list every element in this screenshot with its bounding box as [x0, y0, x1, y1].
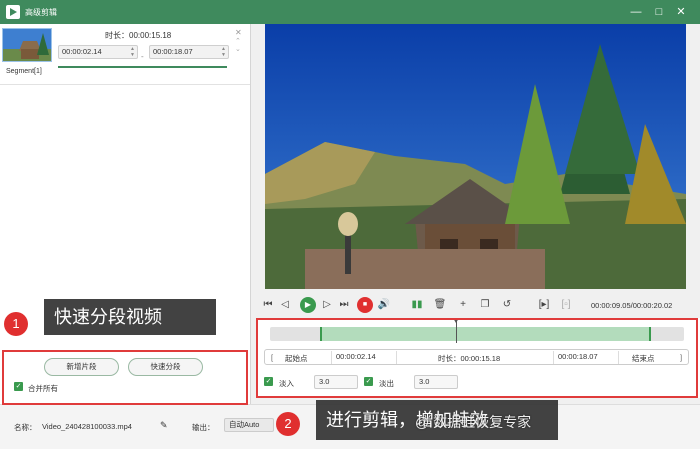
skip-end-icon[interactable]: ⏭ [336, 297, 352, 313]
stop-icon[interactable]: ■ [357, 297, 373, 313]
annotation-text-1: 快速分段视频 [54, 307, 162, 327]
title-bar: 高级剪辑 — □ ✕ [0, 0, 700, 24]
close-icon[interactable]: ✕ [673, 4, 689, 20]
delete-icon[interactable]: 🗑 [432, 297, 448, 313]
segment-start-field[interactable]: 00:00:02.14 ▲ ▼ [58, 45, 138, 59]
mark-in-icon[interactable]: [▸] [536, 297, 552, 313]
divider [0, 84, 250, 85]
split-area-highlight [2, 350, 248, 405]
reorder-icon[interactable]: ⌃ ⌄ [235, 38, 241, 54]
undo-icon[interactable]: ↺ [499, 297, 515, 313]
minimize-icon[interactable]: — [628, 4, 644, 20]
maximize-icon[interactable]: □ [651, 4, 667, 20]
annotation-badge-1: 1 [4, 312, 28, 336]
skip-start-icon[interactable]: ⏮ [260, 297, 276, 313]
output-label: 输出： [192, 423, 215, 432]
name-label: 名称： [14, 423, 37, 432]
edit-area-highlight [256, 318, 698, 398]
segment-end-field[interactable]: 00:00:18.07 ▲ ▼ [149, 45, 229, 59]
spinner-icon[interactable]: ▲ ▼ [221, 46, 226, 58]
segment-label: Segment[1] [6, 68, 42, 75]
segment-thumbnail-image [3, 29, 51, 61]
file-name: Video_240428100033.mp4 [42, 422, 132, 431]
segment-thumbnail[interactable] [2, 28, 52, 62]
segment-progress-bar [58, 66, 227, 68]
spinner-icon[interactable]: ▲ ▼ [130, 46, 135, 58]
step-forward-icon[interactable]: ▷ [319, 297, 335, 313]
watermark-text: @ 数据蛙恢复专家 [415, 414, 532, 430]
annotation-badge-2: 2 [276, 412, 300, 436]
playback-timecode: 00:00:09.05/00:00:20.02 [591, 301, 673, 310]
edit-name-icon[interactable]: ✎ [160, 420, 168, 431]
annotation-bubble-1: 快速分段视频 [44, 299, 216, 335]
add-icon[interactable]: + [455, 297, 471, 313]
mark-out-icon[interactable]: [▫] [558, 297, 574, 313]
app-logo-icon [6, 5, 20, 19]
segment-end-value: 00:00:18.07 [153, 47, 193, 56]
split-icon[interactable]: ▮▮ [409, 297, 425, 313]
playback-controls: ⏮ ◁ ▶ ▷ ⏭ ■ 🔊 ▮▮ 🗑 + ❐ ↺ [▸] [▫] 00:00:0… [256, 294, 700, 316]
window-title: 高级剪辑 [25, 8, 57, 17]
volume-icon[interactable]: 🔊 [376, 297, 392, 313]
segment-list-panel: Segment[1] 时长：00:00:15.18 00:00:02.14 ▲ ▼… [0, 24, 251, 404]
range-dash: - [141, 52, 144, 61]
copy-icon[interactable]: ❐ [477, 297, 493, 313]
play-icon[interactable]: ▶ [300, 297, 316, 313]
step-back-icon[interactable]: ◁ [277, 297, 293, 313]
segment-start-value: 00:00:02.14 [62, 47, 102, 56]
delete-segment-icon[interactable]: ✕ [235, 28, 242, 37]
video-preview[interactable] [265, 24, 686, 289]
segment-duration: 时长：00:00:15.18 [105, 31, 172, 40]
video-frame-image [265, 24, 686, 289]
output-select[interactable]: 自动Auto [224, 418, 274, 432]
